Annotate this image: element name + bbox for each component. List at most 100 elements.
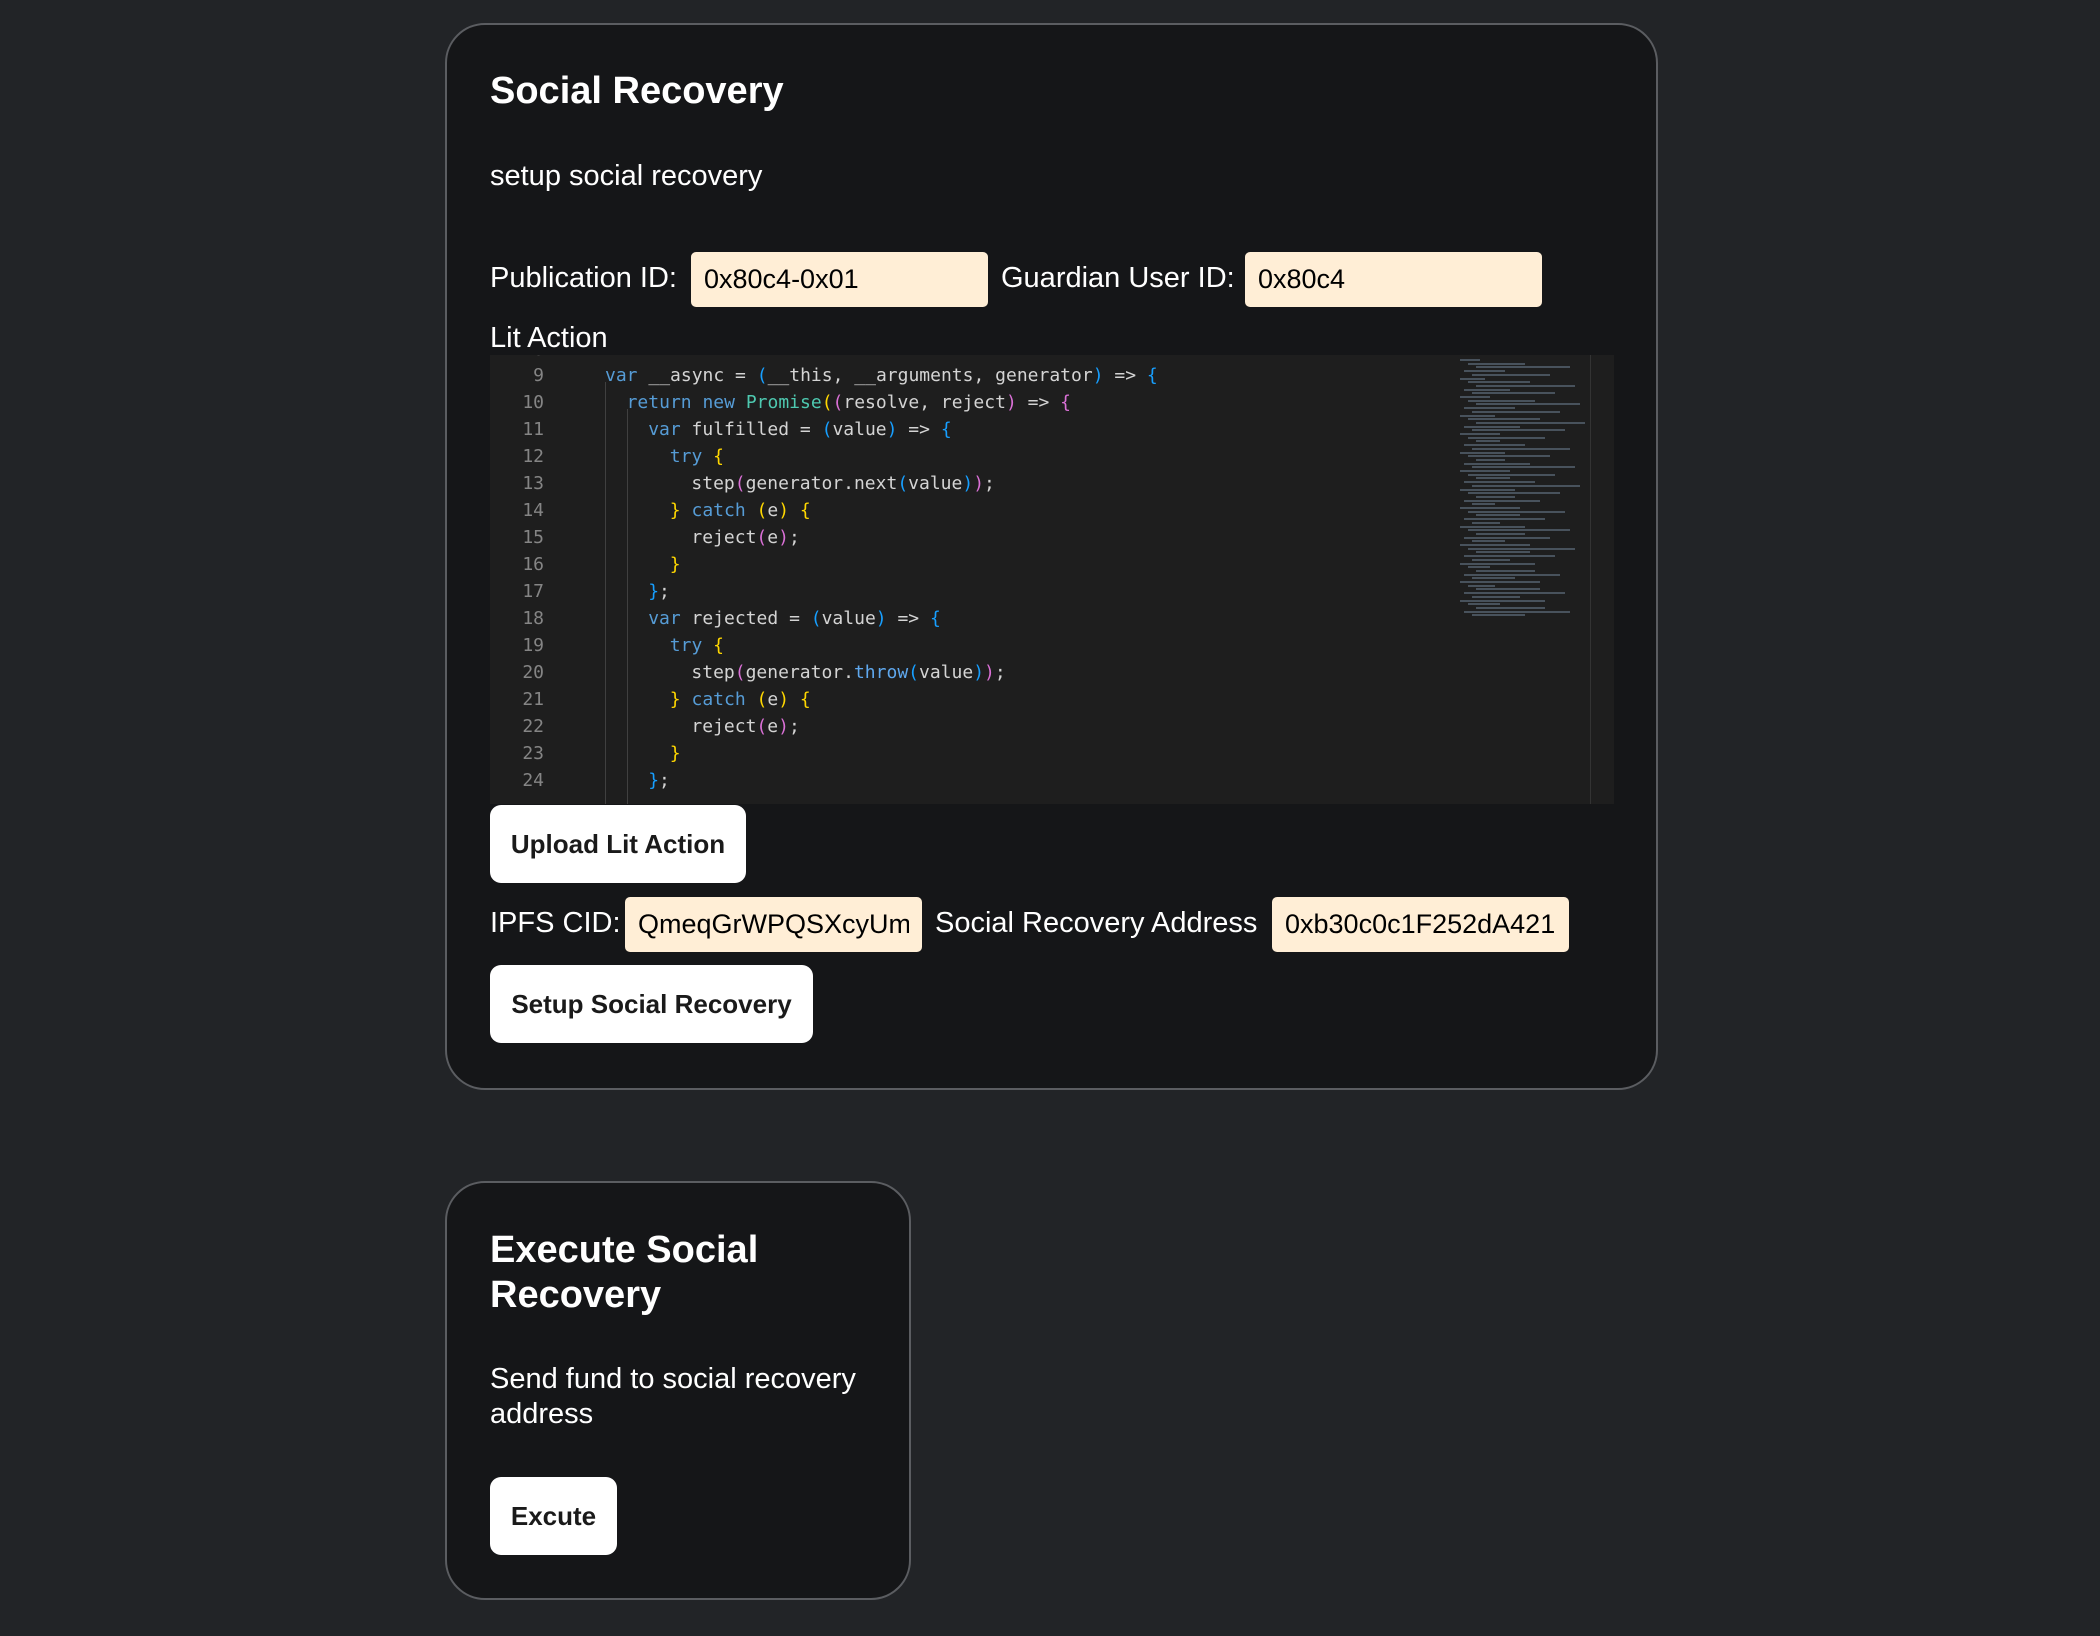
minimap-line bbox=[1464, 592, 1565, 595]
minimap-line bbox=[1476, 588, 1540, 591]
ipfs-cid-input[interactable] bbox=[625, 897, 922, 952]
code-token: { bbox=[713, 635, 724, 656]
execute-button[interactable]: Excute bbox=[490, 1477, 617, 1555]
code-token: ; bbox=[984, 473, 995, 494]
line-number: 16 bbox=[522, 554, 544, 575]
setup-social-recovery-button[interactable]: Setup Social Recovery bbox=[490, 965, 813, 1043]
line-number: 22 bbox=[522, 716, 544, 737]
line-number: 10 bbox=[522, 392, 544, 413]
code-token: reject bbox=[691, 716, 757, 737]
code-token: return bbox=[626, 392, 692, 413]
code-line: reject(e); bbox=[691, 527, 799, 548]
line-number: 11 bbox=[522, 419, 544, 440]
line-number: 8 bbox=[490, 355, 544, 360]
code-token: ( bbox=[734, 662, 746, 683]
minimap-line bbox=[1476, 532, 1525, 535]
publication-id-label: Publication ID: bbox=[490, 262, 677, 294]
minimap-line bbox=[1468, 455, 1550, 458]
code-token: ( bbox=[756, 689, 768, 710]
card-subtitle: setup social recovery bbox=[490, 160, 763, 192]
code-token: { bbox=[929, 608, 941, 629]
minimap-line bbox=[1464, 573, 1560, 576]
minimap-line bbox=[1468, 492, 1560, 495]
indent-guide bbox=[605, 382, 606, 804]
minimap-line bbox=[1476, 403, 1580, 406]
minimap-line bbox=[1468, 418, 1540, 421]
minimap-line bbox=[1460, 396, 1490, 398]
code-token: value bbox=[908, 473, 963, 494]
code-line: try { bbox=[670, 446, 724, 467]
code-token: ) bbox=[984, 662, 995, 683]
minimap-line bbox=[1476, 606, 1545, 609]
code-token: e bbox=[767, 527, 779, 548]
minimap-line bbox=[1468, 566, 1490, 569]
minimap-line bbox=[1472, 558, 1510, 561]
social-recovery-address-input[interactable] bbox=[1272, 897, 1569, 952]
code-line: } bbox=[670, 743, 681, 764]
code-token: var bbox=[648, 419, 681, 440]
code-token: catch bbox=[691, 500, 746, 521]
code-token: ; bbox=[788, 716, 800, 737]
minimap-line bbox=[1464, 536, 1550, 539]
editor-minimap[interactable] bbox=[1460, 355, 1585, 625]
minimap-line bbox=[1476, 366, 1570, 369]
code-line: reject(e); bbox=[691, 716, 799, 737]
minimap-line bbox=[1472, 521, 1500, 524]
line-number: 24 bbox=[522, 770, 544, 791]
minimap-line bbox=[1472, 429, 1565, 432]
minimap-line bbox=[1468, 510, 1565, 513]
code-token: ( bbox=[908, 662, 919, 683]
editor-scrollbar[interactable] bbox=[1590, 355, 1591, 804]
code-token: ( bbox=[821, 419, 833, 440]
code-token: { bbox=[940, 419, 952, 440]
card-title: Social Recovery bbox=[490, 70, 784, 112]
guardian-user-id-input[interactable] bbox=[1245, 252, 1542, 307]
minimap-line bbox=[1464, 518, 1545, 521]
social-recovery-address-label: Social Recovery Address bbox=[935, 907, 1258, 939]
code-token: ) bbox=[886, 419, 898, 440]
code-token: ) bbox=[778, 527, 789, 548]
code-token: ; bbox=[788, 527, 800, 548]
minimap-line bbox=[1464, 610, 1570, 613]
code-token: reject bbox=[691, 527, 757, 548]
minimap-line bbox=[1464, 388, 1510, 391]
minimap-line bbox=[1472, 503, 1495, 506]
code-token: ( bbox=[756, 365, 768, 386]
minimap-line bbox=[1468, 473, 1555, 476]
line-number: 15 bbox=[522, 527, 544, 548]
minimap-line bbox=[1464, 425, 1520, 428]
code-token: Promise bbox=[745, 392, 822, 413]
minimap-line bbox=[1476, 551, 1530, 554]
code-token: ( bbox=[756, 716, 768, 737]
line-number: 23 bbox=[522, 743, 544, 764]
code-token: { bbox=[1060, 392, 1071, 413]
code-token: fulfilled = bbox=[680, 419, 822, 440]
upload-lit-action-button[interactable]: Upload Lit Action bbox=[490, 805, 746, 883]
line-number: 19 bbox=[522, 635, 544, 656]
minimap-line bbox=[1472, 484, 1580, 487]
code-line: step(generator.throw(value)); bbox=[691, 662, 1005, 683]
code-token: generator.next bbox=[745, 473, 898, 494]
lit-action-label: Lit Action bbox=[490, 322, 608, 354]
code-token: } bbox=[669, 689, 681, 710]
code-token: ( bbox=[832, 392, 844, 413]
code-token: } bbox=[669, 500, 681, 521]
code-token: ) bbox=[778, 689, 790, 710]
minimap-line bbox=[1476, 458, 1505, 461]
code-line: try { bbox=[670, 635, 724, 656]
minimap-line bbox=[1460, 377, 1485, 380]
code-token: rejected = bbox=[680, 608, 811, 629]
code-token: ; bbox=[659, 770, 670, 791]
code-token: } bbox=[648, 770, 660, 791]
code-editor[interactable]: 8 9var __async = (__this, __arguments, g… bbox=[490, 355, 1614, 804]
card-description: Send fund to social recovery address bbox=[490, 1363, 856, 1430]
publication-id-input[interactable] bbox=[691, 252, 988, 307]
